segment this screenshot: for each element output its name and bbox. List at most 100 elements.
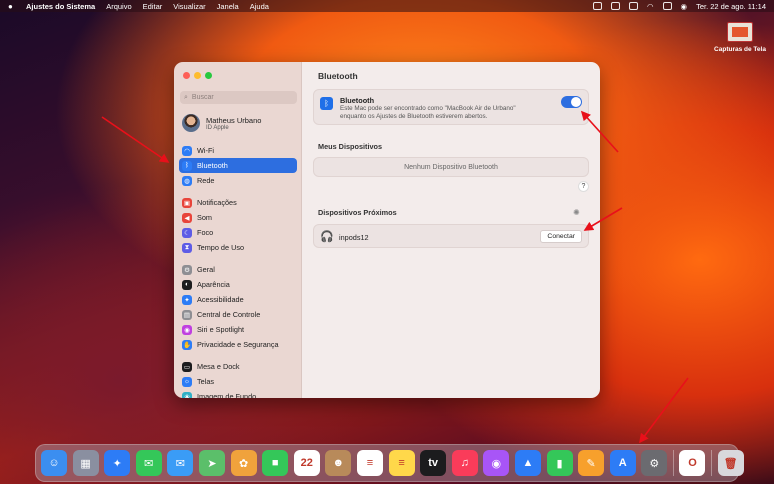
menu-janela[interactable]: Janela bbox=[217, 2, 239, 11]
window-controls bbox=[183, 72, 212, 79]
sidebar-item-label: Foco bbox=[197, 228, 214, 237]
menu-app-name[interactable]: Ajustes do Sistema bbox=[26, 2, 95, 11]
dock-launchpad-icon[interactable]: ▦ bbox=[72, 450, 99, 476]
user-subtitle: ID Apple bbox=[206, 124, 229, 131]
arrow-to-settings-dock bbox=[639, 377, 689, 444]
sidebar-item-label: Acessibilidade bbox=[197, 295, 244, 304]
zoom-button[interactable] bbox=[205, 72, 212, 79]
dock-reminders-icon[interactable]: ≡ bbox=[356, 450, 383, 476]
battery-icon[interactable] bbox=[628, 2, 638, 10]
apple-id-account[interactable]: Matheus Urbano ID Apple bbox=[182, 114, 261, 132]
sidebar-item-wi-fi[interactable]: ◠ Wi-Fi bbox=[179, 143, 297, 158]
sidebar-item-imagem-de-fundo[interactable]: ❀ Imagem de Fundo bbox=[179, 389, 297, 398]
bluetooth-card: ᛒ Bluetooth Este Mac pode ser encontrado… bbox=[313, 89, 589, 125]
dock-contacts-icon[interactable]: ☻ bbox=[325, 450, 352, 476]
connect-button[interactable]: Conectar bbox=[540, 230, 582, 243]
dock-music-icon[interactable]: ♫ bbox=[451, 450, 478, 476]
sidebar-item-geral[interactable]: ⚙ Geral bbox=[179, 262, 297, 277]
wifi-status-icon[interactable]: ◠ bbox=[647, 2, 654, 11]
dock-notes-icon[interactable]: ≡ bbox=[388, 450, 415, 476]
sidebar-item-label: Tempo de Uso bbox=[197, 243, 245, 252]
dock-calendar-icon[interactable]: 22 bbox=[293, 450, 320, 476]
dock-separator bbox=[672, 450, 674, 476]
speaker-icon: ◀ bbox=[182, 212, 192, 223]
dock-tv-icon[interactable]: tv bbox=[420, 450, 447, 476]
dock-keynote-icon[interactable]: ▲ bbox=[514, 450, 541, 476]
dock-trash-icon[interactable]: 🗑 bbox=[717, 450, 744, 476]
desktop-icon-label: Capturas de Tela bbox=[714, 46, 766, 53]
bluetooth-icon: ᛒ bbox=[320, 97, 333, 110]
menu-ajuda[interactable]: Ajuda bbox=[250, 2, 269, 11]
moon-icon: ☾ bbox=[182, 227, 192, 238]
dock-numbers-icon[interactable]: ▮ bbox=[546, 450, 573, 476]
hand-icon: ✋ bbox=[182, 339, 192, 350]
gear-icon: ⚙ bbox=[182, 264, 192, 275]
display-icon: ☼ bbox=[182, 376, 192, 387]
sidebar-item-label: Central de Controle bbox=[197, 310, 261, 319]
appearance-icon: ◐ bbox=[182, 279, 192, 290]
nearby-devices-heading: Dispositivos Próximos bbox=[318, 208, 397, 217]
sidebar-item-notifica-es[interactable]: ▣ Notificações bbox=[179, 195, 297, 210]
help-button[interactable]: ? bbox=[578, 181, 589, 192]
wallpaper-icon: ❀ bbox=[182, 391, 192, 398]
sidebar-item-central-de-controle[interactable]: ▤ Central de Controle bbox=[179, 307, 297, 322]
control-center-status-icon[interactable] bbox=[662, 2, 672, 10]
sidebar-item-label: Som bbox=[197, 213, 213, 222]
dock: ☺ ▦ ✦ ✉ ✉ ➤ ✿ ■ 22 ☻ ≡ ≡ tv ♫ ◉ ▲ ▮ ✎ A ⚙ O 🗑 bbox=[35, 444, 744, 482]
control-center-icon: ▤ bbox=[182, 309, 192, 320]
sidebar-item-label: Wi-Fi bbox=[197, 146, 215, 155]
accessibility-icon: ✦ bbox=[182, 294, 192, 305]
menu-arquivo[interactable]: Arquivo bbox=[106, 2, 131, 11]
sidebar-item-rede[interactable]: ◍ Rede bbox=[179, 173, 297, 188]
menubar-clock[interactable]: Ter. 22 de ago. 11:14 bbox=[696, 2, 766, 11]
bluetooth-icon: ᛒ bbox=[182, 160, 192, 171]
sidebar-item-mesa-e-dock[interactable]: ▭ Mesa e Dock bbox=[179, 359, 297, 374]
dock-finder-icon[interactable]: ☺ bbox=[41, 450, 67, 476]
dock-system-settings-icon[interactable]: ⚙ bbox=[641, 450, 668, 476]
sidebar-item-acessibilidade[interactable]: ✦ Acessibilidade bbox=[179, 292, 297, 307]
dock-maps-icon[interactable]: ➤ bbox=[198, 450, 225, 476]
menu-visualizar[interactable]: Visualizar bbox=[173, 2, 205, 11]
sidebar-item-label: Imagem de Fundo bbox=[197, 392, 257, 398]
bluetooth-toggle[interactable] bbox=[561, 96, 582, 108]
hourglass-icon: ⧗ bbox=[182, 242, 192, 253]
sidebar-item-siri-e-spotlight[interactable]: ◉ Siri e Spotlight bbox=[179, 322, 297, 337]
vpn-icon[interactable] bbox=[610, 2, 620, 10]
sidebar-item-label: Rede bbox=[197, 176, 215, 185]
dock-facetime-icon[interactable]: ■ bbox=[262, 450, 289, 476]
sidebar-item-bluetooth[interactable]: ᛒ Bluetooth bbox=[179, 158, 297, 173]
dock-pages-icon[interactable]: ✎ bbox=[578, 450, 605, 476]
desktop-screenshots-folder[interactable]: Capturas de Tela bbox=[712, 22, 768, 53]
dock-icon: ▭ bbox=[182, 361, 192, 372]
apple-menu-icon[interactable]: ● bbox=[8, 2, 17, 11]
sidebar-item-som[interactable]: ◀ Som bbox=[179, 210, 297, 225]
close-button[interactable] bbox=[183, 72, 190, 79]
sidebar-item-label: Telas bbox=[197, 377, 215, 386]
dock-mail-icon[interactable]: ✉ bbox=[167, 450, 194, 476]
dock-app-store-icon[interactable]: A bbox=[609, 450, 636, 476]
search-input[interactable]: ⌕ Buscar bbox=[180, 91, 297, 104]
dock-separator bbox=[711, 450, 713, 476]
globe-icon: ◍ bbox=[182, 175, 192, 186]
sidebar-item-apar-ncia[interactable]: ◐ Aparência bbox=[179, 277, 297, 292]
wifi-icon: ◠ bbox=[182, 145, 192, 156]
sidebar-item-privacidade-e-seguran-a[interactable]: ✋ Privacidade e Segurança bbox=[179, 337, 297, 352]
menu-editar[interactable]: Editar bbox=[143, 2, 163, 11]
minimize-button[interactable] bbox=[194, 72, 201, 79]
status-icon[interactable] bbox=[592, 2, 602, 10]
sidebar-item-label: Aparência bbox=[197, 280, 230, 289]
sidebar-item-foco[interactable]: ☾ Foco bbox=[179, 225, 297, 240]
dock-safari-icon[interactable]: ✦ bbox=[104, 450, 131, 476]
bluetooth-description: Este Mac pode ser encontrado como "MacBo… bbox=[340, 105, 516, 120]
dock-podcasts-icon[interactable]: ◉ bbox=[483, 450, 510, 476]
sidebar-item-telas[interactable]: ☼ Telas bbox=[179, 374, 297, 389]
avatar bbox=[182, 114, 200, 132]
dock-messages-icon[interactable]: ✉ bbox=[135, 450, 162, 476]
dock-opera-icon[interactable]: O bbox=[679, 450, 706, 476]
my-devices-heading: Meus Dispositivos bbox=[318, 142, 383, 151]
dock-photos-icon[interactable]: ✿ bbox=[230, 450, 257, 476]
siri-status-icon[interactable]: ◉ bbox=[681, 2, 688, 11]
sidebar-item-tempo-de-uso[interactable]: ⧗ Tempo de Uso bbox=[179, 240, 297, 255]
